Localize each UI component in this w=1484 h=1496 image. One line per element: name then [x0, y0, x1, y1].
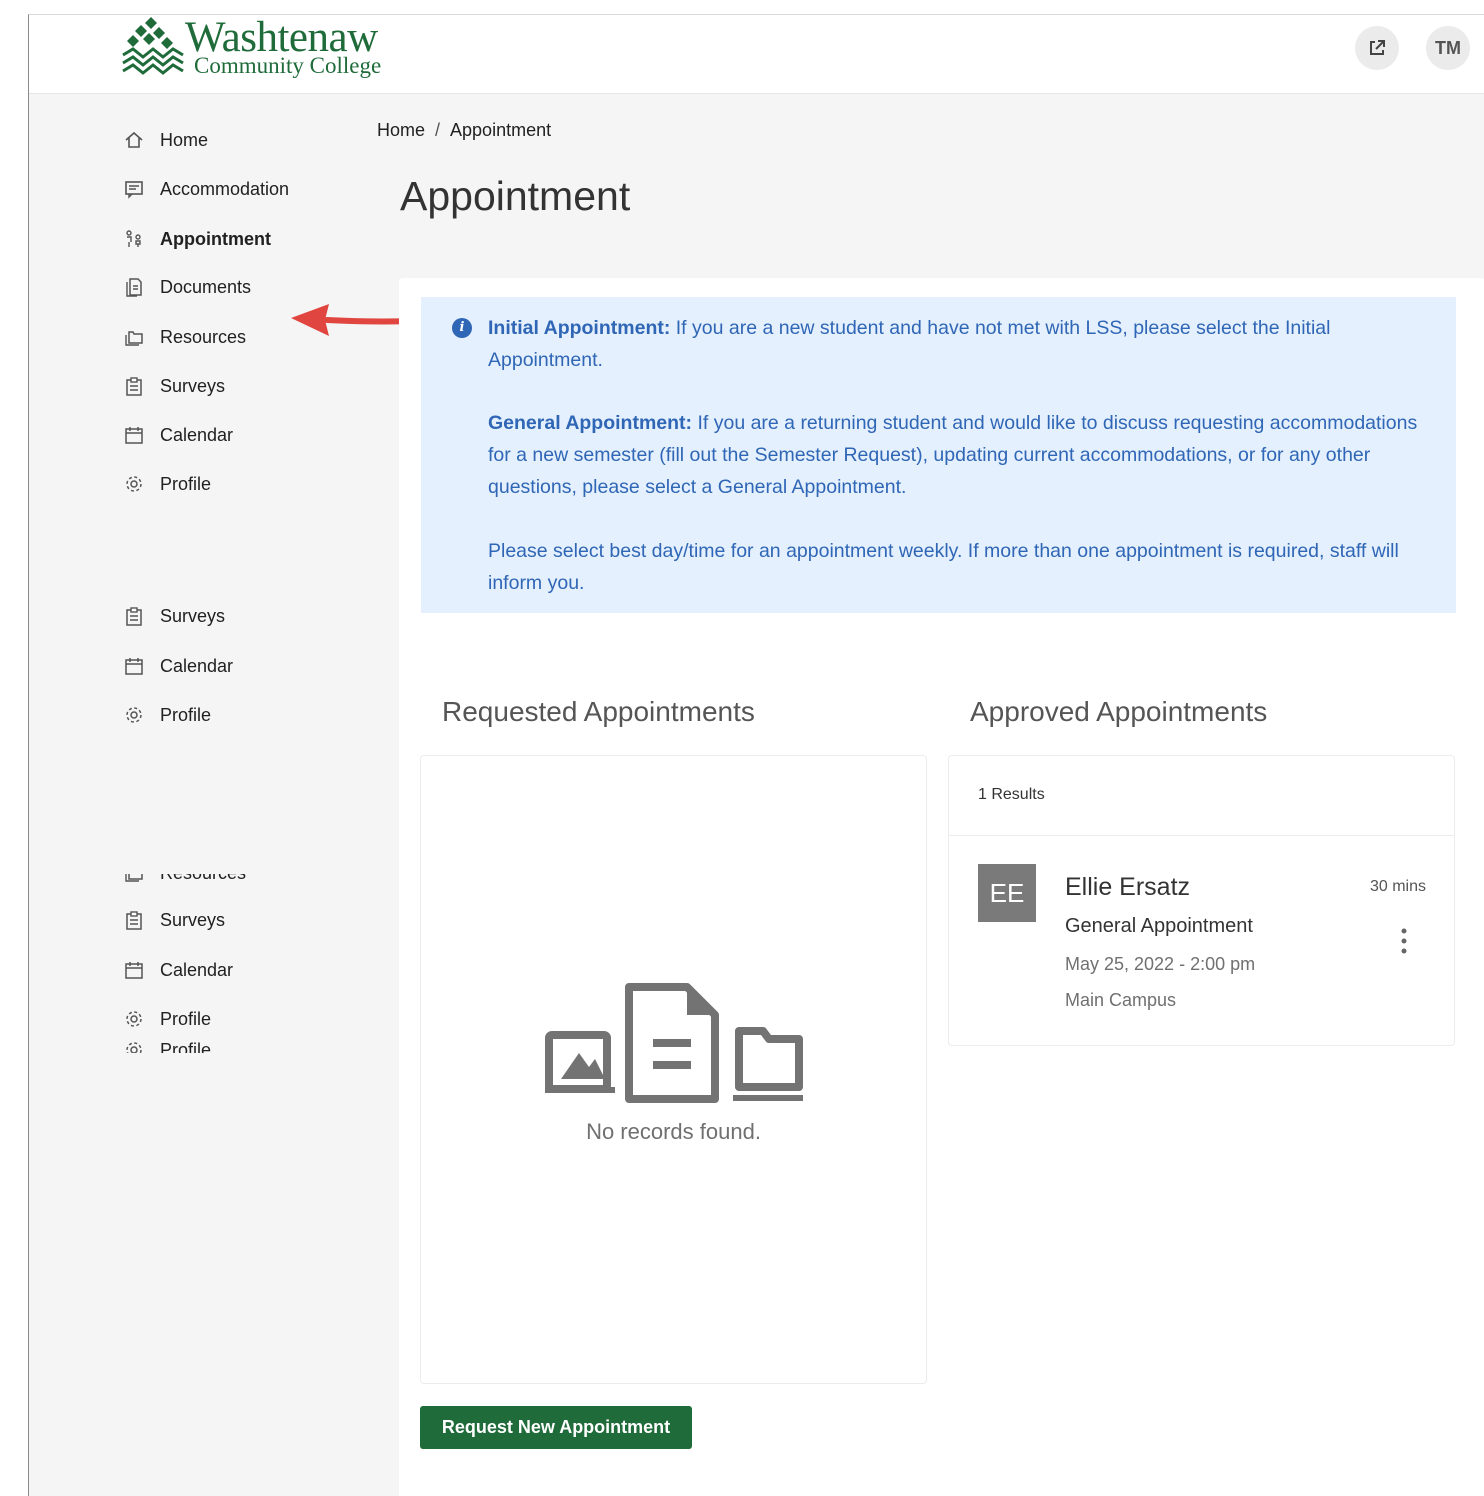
no-records-illustration-icon — [545, 983, 803, 1103]
clipboard-icon — [123, 375, 145, 397]
appointment-duration: 30 mins — [1369, 878, 1426, 895]
home-icon — [123, 129, 145, 151]
requested-appointments-panel: No records found. — [420, 755, 927, 1384]
info-weekly-paragraph: Please select best day/time for an appoi… — [488, 540, 1399, 594]
info-initial-paragraph: Initial Appointment: If you are a new st… — [488, 312, 1438, 376]
approved-appointments-panel: 1 Results EE Ellie Ersatz 30 mins Genera… — [948, 755, 1455, 1046]
sidebar-item-label: Calendar — [160, 655, 234, 676]
sidebar-item-profile[interactable]: Profile — [123, 700, 211, 730]
no-records-text: No records found. — [586, 1119, 761, 1144]
more-options-icon[interactable] — [1400, 928, 1408, 954]
document-icon — [123, 276, 145, 298]
sidebar-item-label: Surveys — [160, 375, 226, 396]
sidebar-item-documents[interactable]: Documents — [123, 272, 251, 302]
folder-icon — [123, 874, 145, 884]
sidebar-item-profile[interactable]: Profile — [123, 469, 211, 499]
sidebar-item-label: Resources — [160, 874, 246, 884]
requested-appointments-title: Requested Appointments — [442, 696, 755, 727]
sidebar-item-calendar[interactable]: Calendar — [123, 955, 233, 985]
clipboard-icon — [123, 909, 145, 931]
sidebar-item-label: Resources — [160, 326, 247, 347]
sidebar-item-label: Home — [160, 129, 209, 150]
sidebar-item-label: Profile — [160, 473, 212, 494]
college-logo[interactable]: Washtenaw Community College — [121, 15, 421, 85]
info-icon: i — [452, 318, 472, 338]
calendar-icon — [123, 959, 145, 981]
sidebar: Home Accommodation Appointment Documents… — [29, 94, 436, 1496]
breadcrumb-home[interactable]: Home — [377, 120, 425, 140]
gear-icon — [123, 473, 145, 495]
request-new-appointment-button[interactable]: Request New Appointment — [420, 1406, 692, 1449]
people-icon — [123, 228, 145, 250]
info-alert: i Initial Appointment: If you are a new … — [421, 297, 1456, 613]
sidebar-item-label: Surveys — [160, 605, 226, 626]
sidebar-item-surveys[interactable]: Surveys — [123, 371, 225, 401]
calendar-icon — [123, 424, 145, 446]
panel-divider — [949, 835, 1454, 836]
sidebar-item-label: Accommodation — [160, 178, 290, 199]
logo-mark-icon — [122, 17, 184, 75]
sidebar-item-surveys[interactable]: Surveys — [123, 905, 225, 935]
sidebar-item-label: Surveys — [160, 909, 226, 930]
user-avatar-button[interactable]: TM — [1426, 26, 1470, 70]
page-title: Appointment — [400, 173, 631, 219]
sidebar-item-label: Calendar — [160, 959, 234, 980]
gear-icon — [123, 1008, 145, 1030]
sidebar-item-resources-partial: Resources — [123, 874, 246, 888]
app-window: Washtenaw Community College TM Home Acco… — [28, 14, 1484, 1496]
sidebar-item-profile-partial: Profile — [123, 1039, 211, 1053]
appointment-datetime: May 25, 2022 - 2:00 pm — [1065, 954, 1256, 974]
gear-icon — [123, 704, 145, 726]
sidebar-item-calendar[interactable]: Calendar — [123, 651, 233, 681]
sidebar-item-resources[interactable]: Resources — [123, 322, 246, 352]
logo-subtitle: Community College — [194, 53, 382, 78]
breadcrumb: Home / Appointment — [377, 120, 551, 141]
sidebar-item-label: Profile — [160, 1008, 212, 1029]
info-general-title: General Appointment: — [488, 412, 693, 434]
sidebar-item-label: Calendar — [160, 424, 234, 445]
sidebar-item-appointment[interactable]: Appointment — [123, 224, 271, 254]
sidebar-item-home[interactable]: Home — [123, 125, 208, 155]
sidebar-item-accommodation[interactable]: Accommodation — [123, 174, 289, 204]
appointment-student-name: Ellie Ersatz — [1065, 873, 1191, 901]
external-link-icon — [1370, 40, 1385, 55]
sidebar-item-calendar[interactable]: Calendar — [123, 420, 233, 450]
breadcrumb-separator: / — [435, 120, 441, 140]
main-card: i Initial Appointment: If you are a new … — [399, 278, 1484, 1496]
sidebar-item-profile[interactable]: Profile — [123, 1004, 211, 1034]
list-icon — [123, 178, 145, 200]
sidebar-item-surveys[interactable]: Surveys — [123, 601, 225, 631]
breadcrumb-current: Appointment — [450, 120, 552, 140]
folder-icon — [123, 326, 145, 348]
sidebar-item-label: Documents — [160, 276, 252, 297]
approved-appointments-title: Approved Appointments — [970, 696, 1268, 727]
sidebar-item-label: Profile — [160, 1039, 212, 1054]
sidebar-item-label: Profile — [160, 704, 212, 725]
clipboard-icon — [123, 605, 145, 627]
results-count: 1 Results — [978, 786, 1045, 803]
appointment-type: General Appointment — [1065, 915, 1253, 937]
top-bar: Washtenaw Community College TM — [29, 15, 1484, 94]
info-initial-title: Initial Appointment: — [488, 317, 671, 339]
appointment-location: Main Campus — [1065, 990, 1177, 1010]
gear-icon — [123, 1039, 145, 1053]
open-external-button[interactable] — [1355, 26, 1399, 70]
calendar-icon — [123, 655, 145, 677]
sidebar-item-label: Appointment — [160, 228, 271, 249]
avatar: EE — [978, 864, 1036, 922]
info-general-paragraph: General Appointment: If you are a return… — [488, 407, 1438, 503]
